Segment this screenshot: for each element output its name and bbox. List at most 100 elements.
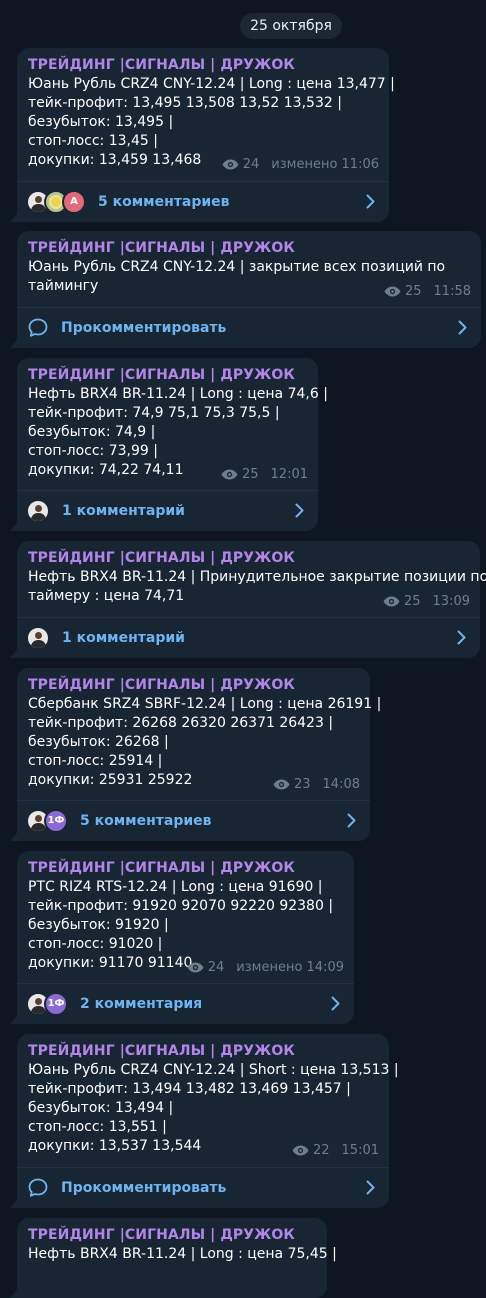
- bubble-tail: [10, 1286, 20, 1298]
- message-bubble[interactable]: ТРЕЙДИНГ |СИГНАЛЫ | ДРУЖОК Нефть BRX4 BR-…: [10, 358, 328, 531]
- message-time: 15:01: [341, 1143, 379, 1158]
- message-text: ТРЕЙДИНГ |СИГНАЛЫ | ДРУЖОК Сбербанк SRZ4 …: [17, 668, 382, 790]
- message-line: Нефть BRX4 BR-11.24 | Long : цена 74,6 |: [28, 386, 328, 402]
- comments-bar[interactable]: 1Ф 2 комментария: [17, 983, 354, 1024]
- message-time: 14:08: [322, 777, 360, 792]
- comments-bar[interactable]: 1 комментарий: [17, 490, 318, 531]
- message-line: безубыток: 91920 |: [28, 917, 169, 933]
- message-line: безубыток: 13,495 |: [28, 114, 174, 130]
- view-count: 25: [241, 467, 259, 482]
- chevron-right-icon[interactable]: [331, 996, 340, 1011]
- message-line: Юань Рубль CRZ4 CNY-12.24 | Short : цена…: [28, 1062, 399, 1078]
- views-eye-icon: [292, 1145, 309, 1156]
- message-bubble[interactable]: ТРЕЙДИНГ |СИГНАЛЫ | ДРУЖОК Нефть BRX4 BR-…: [10, 1218, 337, 1298]
- comments-bar[interactable]: Прокомментировать: [17, 1167, 389, 1208]
- message-line: стоп-лосс: 13,45 |: [28, 133, 158, 149]
- message-line: стоп-лосс: 73,99 |: [28, 443, 158, 459]
- message-line: тейк-профит: 74,9 75,1 75,3 75,5 |: [28, 405, 280, 421]
- comments-label[interactable]: 5 комментариев: [80, 813, 212, 829]
- comments-bar[interactable]: A 5 комментариев: [17, 181, 389, 222]
- chevron-right-icon[interactable]: [347, 813, 356, 828]
- view-count: 24: [242, 157, 260, 172]
- message-bubble[interactable]: ТРЕЙДИНГ |СИГНАЛЫ | ДРУЖОК РТС RIZ4 RTS-1…: [10, 851, 354, 1024]
- views-eye-icon: [383, 596, 400, 607]
- chevron-right-icon[interactable]: [366, 194, 375, 209]
- views-eye-icon: [384, 286, 401, 297]
- comment-bubble-icon: [28, 1178, 48, 1197]
- commenter-avatars: [26, 626, 50, 650]
- channel-name[interactable]: ТРЕЙДИНГ |СИГНАЛЫ | ДРУЖОК: [28, 239, 470, 258]
- message-line: тейк-профит: 91920 92070 92220 92380 |: [28, 898, 334, 914]
- message-line: стоп-лосс: 25914 |: [28, 753, 163, 769]
- view-count: 23: [293, 777, 311, 792]
- comments-label[interactable]: 1 комментарий: [62, 630, 185, 646]
- chevron-right-icon[interactable]: [295, 503, 304, 518]
- chevron-right-icon[interactable]: [366, 1180, 375, 1195]
- comments-label[interactable]: 5 комментариев: [98, 194, 230, 210]
- message-meta: 24 изменено 14:09: [187, 960, 344, 975]
- chevron-right-icon[interactable]: [458, 320, 467, 335]
- message-bubble[interactable]: ТРЕЙДИНГ |СИГНАЛЫ | ДРУЖОК Юань Рубль CRZ…: [10, 48, 395, 222]
- message-line: тейк-профит: 26268 26320 26371 26423 |: [28, 715, 334, 731]
- commenter-avatars: 1Ф: [26, 809, 68, 833]
- message-bubble[interactable]: ТРЕЙДИНГ |СИГНАЛЫ | ДРУЖОК Юань Рубль CRZ…: [10, 231, 481, 348]
- channel-name[interactable]: ТРЕЙДИНГ |СИГНАЛЫ | ДРУЖОК: [28, 549, 469, 568]
- channel-name[interactable]: ТРЕЙДИНГ |СИГНАЛЫ | ДРУЖОК: [28, 1042, 378, 1061]
- avatar: [26, 499, 50, 523]
- message-line: Сбербанк SRZ4 SBRF-12.24 | Long : цена 2…: [28, 696, 382, 712]
- message-text: ТРЕЙДИНГ |СИГНАЛЫ | ДРУЖОК Нефть BRX4 BR-…: [17, 1218, 337, 1264]
- message-time: 11:58: [433, 284, 471, 299]
- message-bubble[interactable]: ТРЕЙДИНГ |СИГНАЛЫ | ДРУЖОК Нефть BRX4 BR-…: [10, 541, 486, 658]
- views-eye-icon: [273, 779, 290, 790]
- avatar-letter: 1Ф: [44, 992, 68, 1016]
- views-eye-icon: [187, 962, 204, 973]
- avatar: [26, 626, 50, 650]
- message-line: безубыток: 74,9 |: [28, 424, 156, 440]
- comment-bubble-icon: [28, 318, 48, 337]
- message-meta: 23 14:08: [273, 777, 360, 792]
- commenter-avatars: A: [26, 190, 86, 214]
- message-time: изменено 11:06: [271, 157, 379, 172]
- chevron-right-icon[interactable]: [457, 630, 466, 645]
- view-count: 25: [403, 594, 421, 609]
- message-line: безубыток: 26268 |: [28, 734, 169, 750]
- message-bubble[interactable]: ТРЕЙДИНГ |СИГНАЛЫ | ДРУЖОК Сбербанк SRZ4 …: [10, 668, 382, 841]
- message-bubble[interactable]: ТРЕЙДИНГ |СИГНАЛЫ | ДРУЖОК Юань Рубль CRZ…: [10, 1034, 399, 1208]
- message-line: Нефть BRX4 BR-11.24 | Принудительное зак…: [28, 569, 486, 585]
- message-text: ТРЕЙДИНГ |СИГНАЛЫ | ДРУЖОК Юань Рубль CRZ…: [17, 48, 395, 170]
- channel-name[interactable]: ТРЕЙДИНГ |СИГНАЛЫ | ДРУЖОК: [28, 56, 378, 75]
- message-line: тейк-профит: 13,495 13,508 13,52 13,532 …: [28, 95, 342, 111]
- date-chip: 25 октября: [240, 13, 342, 39]
- channel-name[interactable]: ТРЕЙДИНГ |СИГНАЛЫ | ДРУЖОК: [28, 1226, 316, 1245]
- message-line: безубыток: 13,494 |: [28, 1100, 174, 1116]
- comments-bar[interactable]: 1 комментарий: [17, 617, 480, 658]
- channel-name[interactable]: ТРЕЙДИНГ |СИГНАЛЫ | ДРУЖОК: [28, 676, 359, 695]
- message-feed: 25 октября ТРЕЙДИНГ |СИГНАЛЫ | ДРУЖОК Юан…: [0, 0, 486, 1298]
- channel-name[interactable]: ТРЕЙДИНГ |СИГНАЛЫ | ДРУЖОК: [28, 859, 343, 878]
- view-count: 24: [207, 960, 225, 975]
- message-meta: 25 12:01: [221, 467, 308, 482]
- comments-label[interactable]: Прокомментировать: [61, 320, 226, 336]
- message-line: стоп-лосс: 13,551 |: [28, 1119, 167, 1135]
- comments-label[interactable]: 2 комментария: [80, 996, 202, 1012]
- message-line: Юань Рубль CRZ4 CNY-12.24 | Long : цена …: [28, 76, 395, 92]
- message-line: РТС RIZ4 RTS-12.24 | Long : цена 91690 |: [28, 879, 323, 895]
- message-meta: 22 15:01: [292, 1143, 379, 1158]
- views-eye-icon: [222, 159, 239, 170]
- comments-bar[interactable]: Прокомментировать: [17, 307, 481, 348]
- channel-name[interactable]: ТРЕЙДИНГ |СИГНАЛЫ | ДРУЖОК: [28, 366, 307, 385]
- message-text: ТРЕЙДИНГ |СИГНАЛЫ | ДРУЖОК РТС RIZ4 RTS-1…: [17, 851, 354, 973]
- message-text: ТРЕЙДИНГ |СИГНАЛЫ | ДРУЖОК Юань Рубль CRZ…: [17, 1034, 399, 1156]
- comments-label[interactable]: Прокомментировать: [61, 1180, 226, 1196]
- message-time: 13:09: [432, 594, 470, 609]
- message-line: Нефть BRX4 BR-11.24 | Long : цена 75,45 …: [28, 1246, 337, 1262]
- message-meta: 25 13:09: [383, 594, 470, 609]
- message-text: ТРЕЙДИНГ |СИГНАЛЫ | ДРУЖОК Нефть BRX4 BR-…: [17, 358, 328, 480]
- comments-bar[interactable]: 1Ф 5 комментариев: [17, 800, 370, 841]
- message-line: стоп-лосс: 91020 |: [28, 936, 163, 952]
- view-count: 22: [312, 1143, 330, 1158]
- comments-label[interactable]: 1 комментарий: [62, 503, 185, 519]
- message-meta: 25 11:58: [384, 284, 471, 299]
- commenter-avatars: [26, 499, 50, 523]
- message-time: изменено 14:09: [236, 960, 344, 975]
